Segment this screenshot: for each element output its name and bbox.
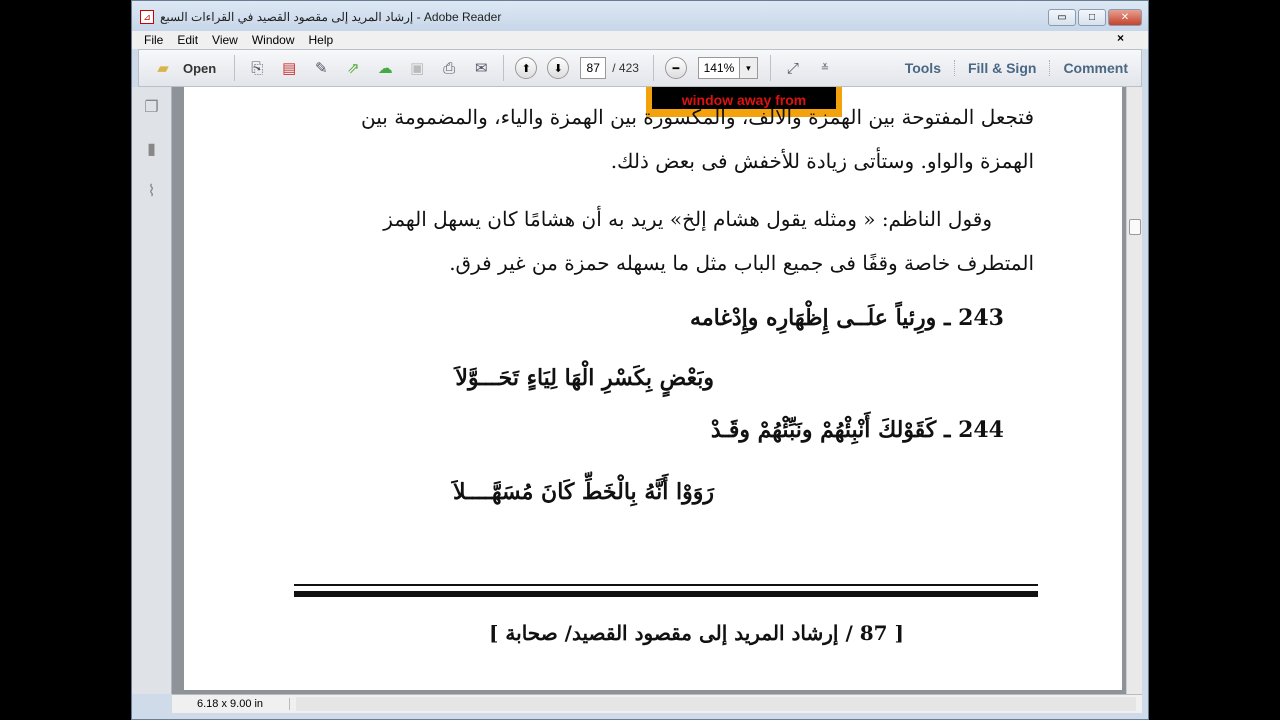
convert-pdf-icon[interactable]: ▤ xyxy=(278,57,300,79)
footer-rule xyxy=(294,584,1038,586)
zoom-input[interactable]: 141% xyxy=(697,57,740,79)
menu-bar: File Edit View Window Help × xyxy=(132,31,1148,49)
fill-sign-button[interactable]: Fill & Sign xyxy=(953,60,1049,76)
comment-button[interactable]: Comment xyxy=(1049,60,1141,76)
pdf-icon: ⊿ xyxy=(140,10,154,24)
title-bar: ⊿ إرشاد المريد إلى مقصود القصيد في القرا… xyxy=(132,1,1148,33)
create-pdf-icon[interactable]: ⎘ xyxy=(246,57,268,79)
bookmarks-icon[interactable]: ▮ xyxy=(142,139,162,159)
separator xyxy=(234,55,236,81)
menu-edit[interactable]: Edit xyxy=(177,33,198,47)
toolbar-options-icon[interactable]: ≚ xyxy=(814,57,836,79)
minimize-button[interactable]: ▭ xyxy=(1048,9,1076,26)
cloud-upload-icon[interactable]: ☁ xyxy=(374,57,396,79)
separator xyxy=(652,55,654,81)
page-total: / 423 xyxy=(612,61,639,75)
document-area: window away from فتجعل المفتوحة بين الهم… xyxy=(172,87,1126,694)
page-number-input[interactable]: 87 xyxy=(580,57,607,79)
next-page-button[interactable]: ⬇ xyxy=(547,57,570,79)
close-document-button[interactable]: × xyxy=(1117,31,1124,45)
maximize-button[interactable]: □ xyxy=(1078,9,1106,26)
paragraph-line: الهمزة والواو. وستأتى زيادة للأخفش فى بع… xyxy=(610,149,1034,173)
horizontal-scrollbar[interactable] xyxy=(296,697,1136,711)
page-footer: [ 87 / إرشاد المريد إلى مقصود القصيد/ صح… xyxy=(489,621,904,645)
separator xyxy=(769,55,771,81)
toolbar: ▰ Open ⎘ ▤ ✎ ⇗ ☁ ▣ ⎙ ✉ ⬆ ⬇ 87 / 423 ━ 14… xyxy=(138,49,1142,87)
open-button[interactable]: Open xyxy=(183,61,216,76)
menu-view[interactable]: View xyxy=(212,33,238,47)
navigation-pane: ❐ ▮ ⌇ xyxy=(132,87,172,694)
email-icon[interactable]: ✉ xyxy=(470,57,492,79)
window-title: إرشاد المريد إلى مقصود القصيد في القراءا… xyxy=(160,10,502,24)
page-thumbnails-icon[interactable]: ❐ xyxy=(142,97,162,117)
paragraph-line: فتجعل المفتوحة بين الهمزة والألف، والمكس… xyxy=(361,105,1034,129)
save-icon[interactable]: ▣ xyxy=(406,57,428,79)
adobe-reader-window: ⊿ إرشاد المريد إلى مقصود القصيد في القرا… xyxy=(131,0,1149,720)
scroll-thumb[interactable] xyxy=(1129,219,1141,235)
vertical-scrollbar[interactable] xyxy=(1126,87,1142,694)
menu-window[interactable]: Window xyxy=(252,33,295,47)
paragraph-line: المتطرف خاصة وقفًا فى جميع الباب مثل ما … xyxy=(449,251,1034,275)
menu-help[interactable]: Help xyxy=(309,33,334,47)
status-bar: 6.18 x 9.00 in xyxy=(172,694,1142,713)
verse-line: رَوَوْا أَنَّهُ بِالْخَطِّ كَانَ مُسَهَّ… xyxy=(452,479,714,505)
print-icon[interactable]: ⎙ xyxy=(438,57,460,79)
previous-page-button[interactable]: ⬆ xyxy=(515,57,538,79)
export-folder-icon[interactable]: ⇗ xyxy=(342,57,364,79)
page-size: 6.18 x 9.00 in xyxy=(172,698,290,710)
verse-line: 243 ـ ورِئياً علَــى إِظْهَارِه وإِدْغام… xyxy=(690,305,1004,331)
menu-file[interactable]: File xyxy=(144,33,163,47)
close-button[interactable]: ✕ xyxy=(1108,9,1142,26)
paragraph-line: وقول الناظم: « ومثله يقول هشام إلخ» يريد… xyxy=(383,207,992,231)
verse-line: 244 ـ كَقَوْلكَ أَنْبِئْهُمْ ونَبِّئْهُم… xyxy=(710,417,1004,443)
tools-button[interactable]: Tools xyxy=(892,60,954,76)
fit-page-icon[interactable]: ⤢ xyxy=(782,57,804,79)
folder-icon[interactable]: ▰ xyxy=(152,57,174,79)
edit-icon[interactable]: ✎ xyxy=(310,57,332,79)
zoom-out-button[interactable]: ━ xyxy=(664,57,687,79)
verse-line: وبَعْضٍ بِكَسْرِ الْهَا لِيَاءٍ تَحَـــو… xyxy=(455,365,714,391)
separator xyxy=(503,55,505,81)
pdf-page: window away from فتجعل المفتوحة بين الهم… xyxy=(184,87,1122,690)
attachments-icon[interactable]: ⌇ xyxy=(142,181,162,201)
footer-rule xyxy=(294,591,1038,597)
zoom-dropdown[interactable]: ▾ xyxy=(739,57,758,79)
